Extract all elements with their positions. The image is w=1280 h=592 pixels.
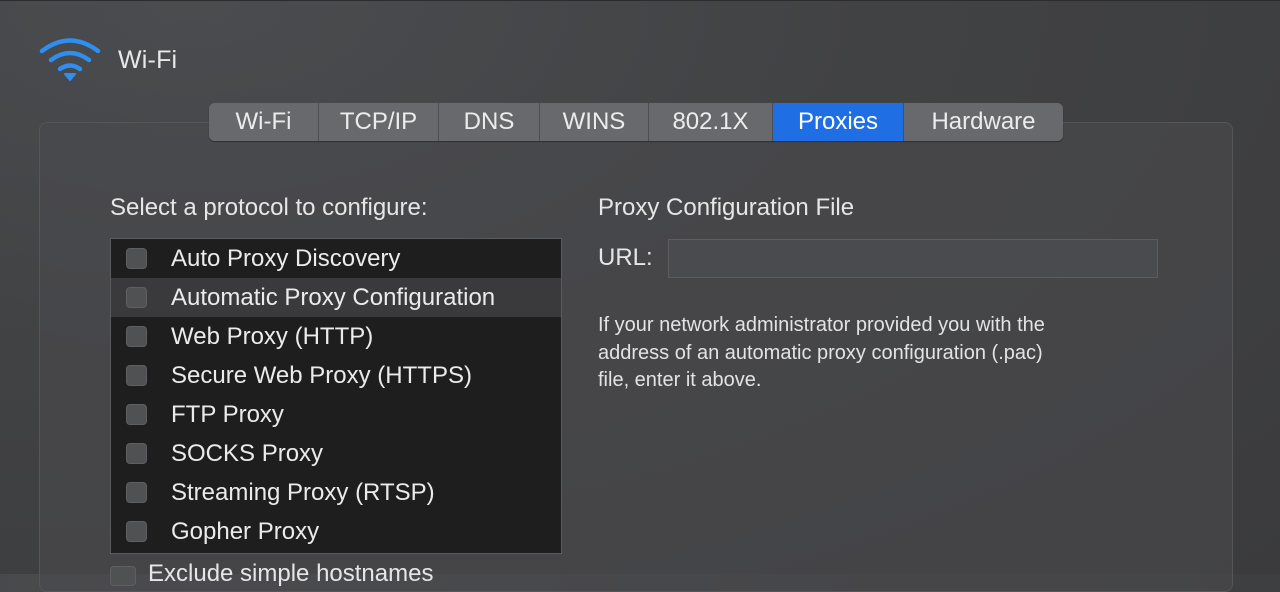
- window-top-edge: [0, 0, 1280, 1]
- wifi-icon: [39, 38, 101, 81]
- exclude-simple-hostnames-label: Exclude simple hostnames: [148, 560, 434, 587]
- checkbox[interactable]: [126, 326, 147, 347]
- tab-hardware[interactable]: Hardware: [904, 103, 1063, 141]
- tab-802-1x[interactable]: 802.1X: [649, 103, 773, 141]
- url-label: URL:: [598, 244, 653, 271]
- tab-dns[interactable]: DNS: [439, 103, 540, 141]
- checkbox[interactable]: [126, 443, 147, 464]
- protocol-row-auto-proxy-discovery[interactable]: Auto Proxy Discovery: [111, 239, 561, 278]
- help-text: If your network administrator provided y…: [598, 312, 1158, 395]
- protocol-label: Web Proxy (HTTP): [171, 322, 374, 350]
- service-header: Wi-Fi: [38, 36, 177, 84]
- proxy-config-file-title: Proxy Configuration File: [598, 194, 855, 221]
- protocol-row-streaming-proxy-rtsp[interactable]: Streaming Proxy (RTSP): [111, 473, 561, 512]
- help-text-line: file, enter it above.: [598, 369, 762, 391]
- protocol-label: Automatic Proxy Configuration: [171, 283, 496, 311]
- protocol-row-automatic-proxy-configuration[interactable]: Automatic Proxy Configuration: [111, 278, 561, 317]
- tab-bar: Wi-Fi TCP/IP DNS WINS 802.1X Proxies Har…: [209, 103, 1063, 141]
- checkbox[interactable]: [126, 404, 147, 425]
- tab-tcp-ip[interactable]: TCP/IP: [319, 103, 439, 141]
- protocol-row-web-proxy-http[interactable]: Web Proxy (HTTP): [111, 317, 561, 356]
- protocol-label: Streaming Proxy (RTSP): [171, 478, 435, 506]
- url-input[interactable]: [668, 239, 1158, 278]
- checkbox[interactable]: [126, 287, 147, 308]
- protocol-row-socks-proxy[interactable]: SOCKS Proxy: [111, 434, 561, 473]
- checkbox[interactable]: [126, 521, 147, 542]
- tab-proxies[interactable]: Proxies: [773, 103, 904, 141]
- help-text-line: address of an automatic proxy configurat…: [598, 341, 1043, 364]
- protocol-label: Gopher Proxy: [171, 517, 320, 545]
- exclude-simple-hostnames-checkbox[interactable]: [110, 566, 136, 586]
- tab-wins[interactable]: WINS: [540, 103, 649, 141]
- protocol-label: Auto Proxy Discovery: [171, 244, 401, 272]
- help-text-line: If your network administrator provided y…: [598, 314, 1045, 336]
- protocol-label: FTP Proxy: [171, 400, 284, 428]
- checkbox[interactable]: [126, 248, 147, 269]
- checkbox[interactable]: [126, 482, 147, 503]
- protocol-label: SOCKS Proxy: [171, 439, 324, 467]
- checkbox[interactable]: [126, 365, 147, 386]
- tab-wifi[interactable]: Wi-Fi: [209, 103, 319, 141]
- protocol-list[interactable]: Auto Proxy Discovery Automatic Proxy Con…: [110, 238, 562, 554]
- service-title: Wi-Fi: [118, 45, 178, 74]
- protocol-row-secure-web-proxy-https[interactable]: Secure Web Proxy (HTTPS): [111, 356, 561, 395]
- protocol-label: Secure Web Proxy (HTTPS): [171, 361, 472, 389]
- protocol-row-gopher-proxy[interactable]: Gopher Proxy: [111, 512, 561, 551]
- protocol-list-heading: Select a protocol to configure:: [110, 194, 428, 221]
- protocol-row-ftp-proxy[interactable]: FTP Proxy: [111, 395, 561, 434]
